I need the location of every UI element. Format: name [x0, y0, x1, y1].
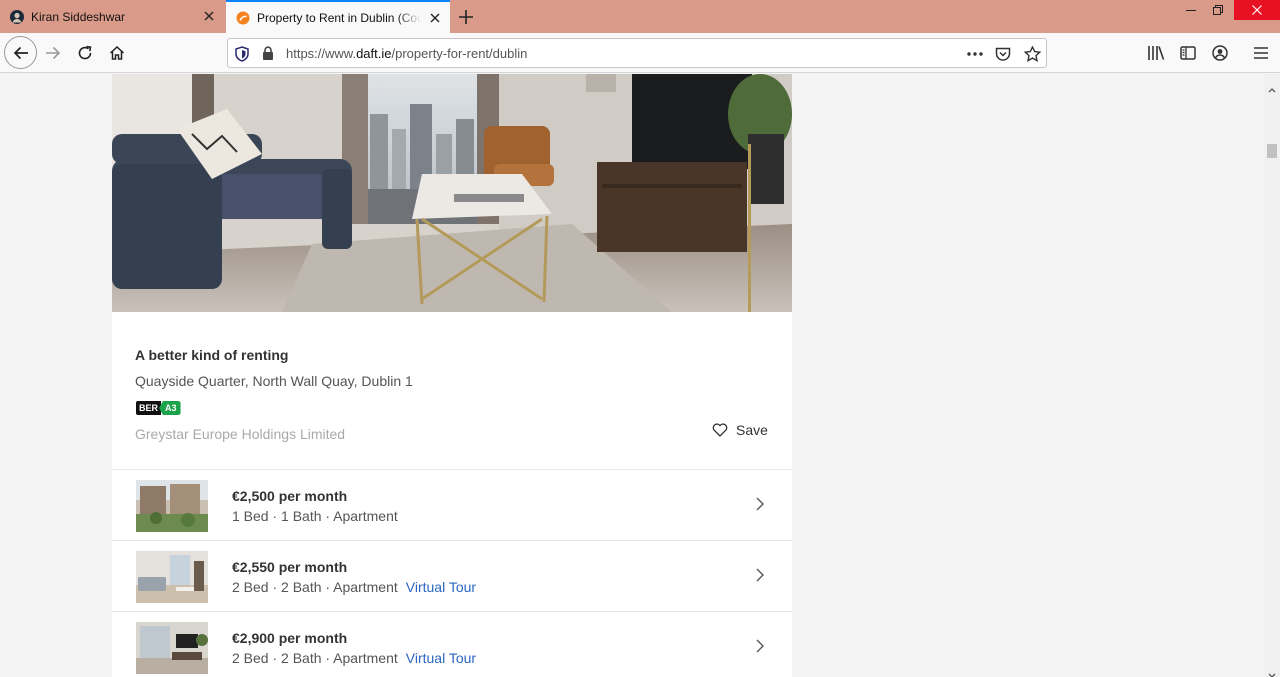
- pocket-icon[interactable]: [994, 45, 1012, 63]
- secure-lock-icon[interactable]: [262, 46, 274, 66]
- unit-row[interactable]: €2,500 per month 1 Bed · 1 Bath · Apartm…: [112, 469, 792, 540]
- daft-favicon-icon: [235, 10, 251, 26]
- page-actions-ellipsis-icon[interactable]: [966, 45, 984, 63]
- agent-name: Greystar Europe Holdings Limited: [135, 426, 346, 442]
- hamburger-menu-icon[interactable]: [1251, 43, 1271, 63]
- profile-avatar-icon: [9, 9, 25, 25]
- address-bar[interactable]: https://www.daft.ie/property-for-rent/du…: [227, 38, 1047, 68]
- heart-icon: [712, 423, 728, 437]
- ber-rating-badge: BER A3: [136, 401, 181, 415]
- tab-title: Kiran Siddeshwar: [31, 9, 126, 24]
- bookmark-star-icon[interactable]: [1023, 45, 1041, 63]
- scroll-up-arrow-icon[interactable]: [1268, 80, 1276, 93]
- reload-button[interactable]: [69, 37, 101, 69]
- chevron-right-icon[interactable]: [756, 639, 764, 658]
- url-text: https://www.daft.ie/property-for-rent/du…: [286, 46, 528, 61]
- ber-grade: A3: [159, 401, 181, 415]
- scrollbar-thumb[interactable]: [1267, 144, 1277, 158]
- unit-thumbnail: [136, 551, 208, 603]
- restore-window-icon[interactable]: [1203, 0, 1233, 20]
- minimize-window-icon[interactable]: [1176, 0, 1206, 20]
- forward-button[interactable]: [37, 37, 69, 69]
- library-icon[interactable]: [1146, 43, 1166, 63]
- unit-price: €2,550 per month: [232, 559, 348, 575]
- account-icon[interactable]: [1210, 43, 1230, 63]
- listing-hero-image[interactable]: [112, 74, 792, 312]
- chevron-right-icon[interactable]: [756, 497, 764, 516]
- ber-label: BER: [136, 401, 162, 415]
- back-arrow-icon: [13, 46, 28, 59]
- unit-details: 2 Bed · 2 Bath · Apartment Virtual Tour: [232, 579, 477, 595]
- page-scrollbar[interactable]: [1264, 74, 1280, 677]
- close-tab-icon[interactable]: [202, 9, 216, 23]
- unit-details: 2 Bed · 2 Bath · Apartment Virtual Tour: [232, 650, 477, 666]
- save-button[interactable]: Save: [712, 422, 768, 438]
- tab-strip: Kiran Siddeshwar Property to Rent in Dub…: [0, 0, 1280, 33]
- close-window-icon[interactable]: [1234, 0, 1280, 20]
- scroll-down-arrow-icon[interactable]: [1268, 666, 1276, 677]
- navigation-toolbar: https://www.daft.ie/property-for-rent/du…: [0, 33, 1280, 73]
- sidebar-toggle-icon[interactable]: [1178, 43, 1198, 63]
- virtual-tour-link[interactable]: Virtual Tour: [406, 579, 476, 595]
- home-button[interactable]: [101, 37, 133, 69]
- tab-property-to-rent[interactable]: Property to Rent in Dublin (County): [226, 0, 450, 33]
- close-tab-icon[interactable]: [428, 11, 442, 25]
- unit-details: 1 Bed · 1 Bath · Apartment: [232, 508, 398, 524]
- tracking-protection-shield-icon[interactable]: [235, 46, 249, 67]
- listing-card[interactable]: A better kind of renting Quayside Quarte…: [112, 74, 792, 677]
- unit-price: €2,900 per month: [232, 630, 348, 646]
- listing-address: Quayside Quarter, North Wall Quay, Dubli…: [135, 373, 413, 389]
- unit-thumbnail: [136, 480, 208, 532]
- unit-row[interactable]: €2,900 per month 2 Bed · 2 Bath · Apartm…: [112, 611, 792, 677]
- unit-row[interactable]: €2,550 per month 2 Bed · 2 Bath · Apartm…: [112, 540, 792, 611]
- forward-arrow-icon: [46, 46, 61, 60]
- new-tab-button[interactable]: [454, 5, 478, 29]
- tab-title: Property to Rent in Dublin (County): [257, 10, 421, 25]
- chevron-right-icon[interactable]: [756, 568, 764, 587]
- unit-thumbnail: [136, 622, 208, 674]
- virtual-tour-link[interactable]: Virtual Tour: [406, 650, 476, 666]
- unit-price: €2,500 per month: [232, 488, 348, 504]
- page-viewport: A better kind of renting Quayside Quarte…: [0, 74, 1264, 677]
- reload-icon: [78, 45, 92, 60]
- home-icon: [109, 45, 125, 60]
- back-button[interactable]: [4, 36, 37, 69]
- tab-kiran[interactable]: Kiran Siddeshwar: [0, 0, 224, 33]
- save-label: Save: [736, 422, 768, 438]
- listing-title[interactable]: A better kind of renting: [135, 347, 288, 363]
